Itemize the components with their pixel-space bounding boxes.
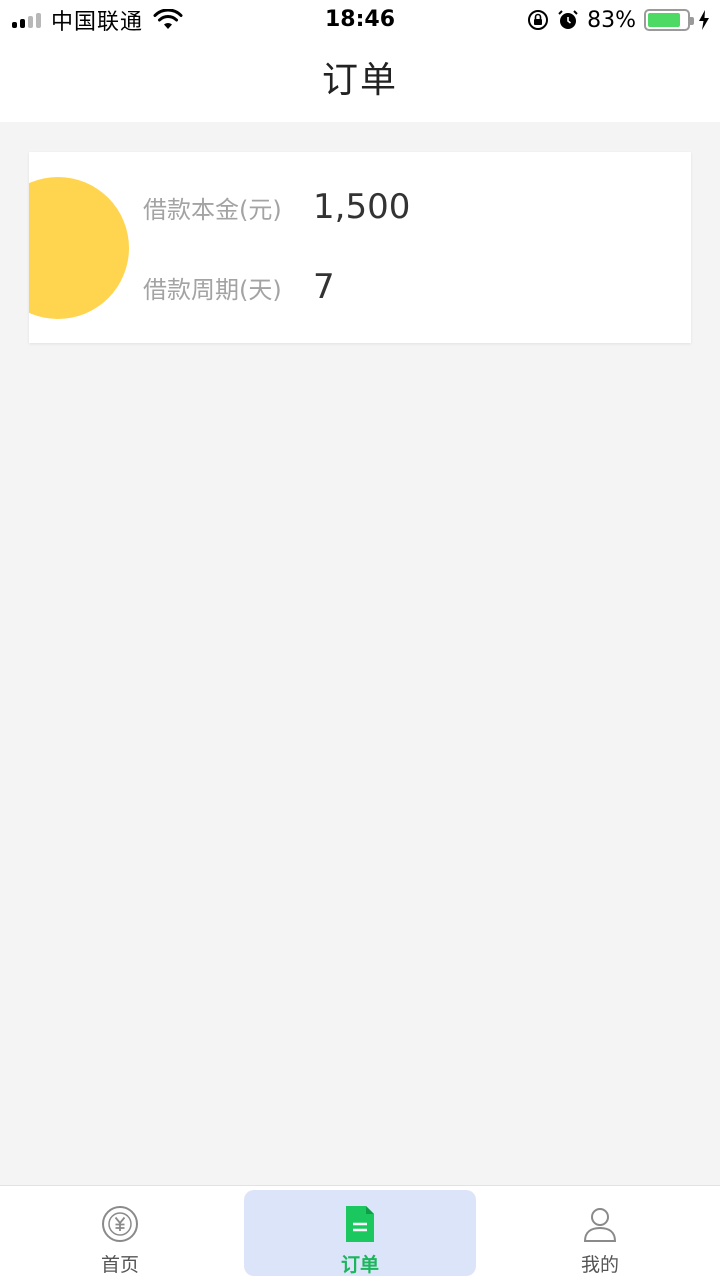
yuan-circle-icon — [102, 1206, 138, 1242]
battery-icon — [644, 9, 694, 31]
tab-home[interactable]: 首页 — [0, 1186, 240, 1280]
status-char: 核 — [29, 261, 31, 291]
status-char: 审 — [29, 231, 31, 261]
alarm-icon — [558, 10, 578, 29]
period-row: 借款周期(天) 7 — [143, 262, 335, 312]
battery-fill — [648, 13, 680, 27]
principal-value: 1,500 — [313, 187, 411, 227]
tab-profile[interactable]: 我的 — [480, 1186, 720, 1280]
tab-orders-label: 订单 — [340, 1254, 379, 1276]
orders-screen: 中国联通 18:46 83% 订单 借款本金(元) 1,500 借款周期(天) … — [0, 0, 720, 1280]
order-card[interactable]: 审 核 中 借款本金(元) 1,500 借款周期(天) 7 — [29, 152, 691, 343]
charging-icon — [699, 10, 709, 30]
status-bar: 中国联通 18:46 83% — [0, 0, 720, 40]
principal-row: 借款本金(元) 1,500 — [143, 182, 410, 232]
principal-label: 借款本金(元) — [143, 195, 282, 224]
status-char: 中 — [29, 291, 31, 321]
tab-home-label: 首页 — [100, 1254, 139, 1276]
tab-orders[interactable]: 订单 — [244, 1190, 476, 1276]
nav-header: 订单 — [0, 40, 720, 122]
status-badge: 审 核 中 — [29, 177, 129, 319]
period-label: 借款周期(天) — [143, 275, 282, 304]
bottom-tab-bar: 首页 订单 我的 — [0, 1185, 720, 1280]
document-icon — [346, 1206, 374, 1242]
orientation-lock-icon — [528, 10, 549, 30]
page-title: 订单 — [321, 60, 398, 101]
user-icon — [583, 1208, 617, 1242]
tab-profile-label: 我的 — [580, 1254, 619, 1276]
status-badge-text: 审 核 中 — [29, 231, 31, 321]
period-value: 7 — [313, 267, 335, 307]
status-right: 83% — [527, 6, 710, 34]
battery-percent: 83% — [587, 7, 636, 33]
